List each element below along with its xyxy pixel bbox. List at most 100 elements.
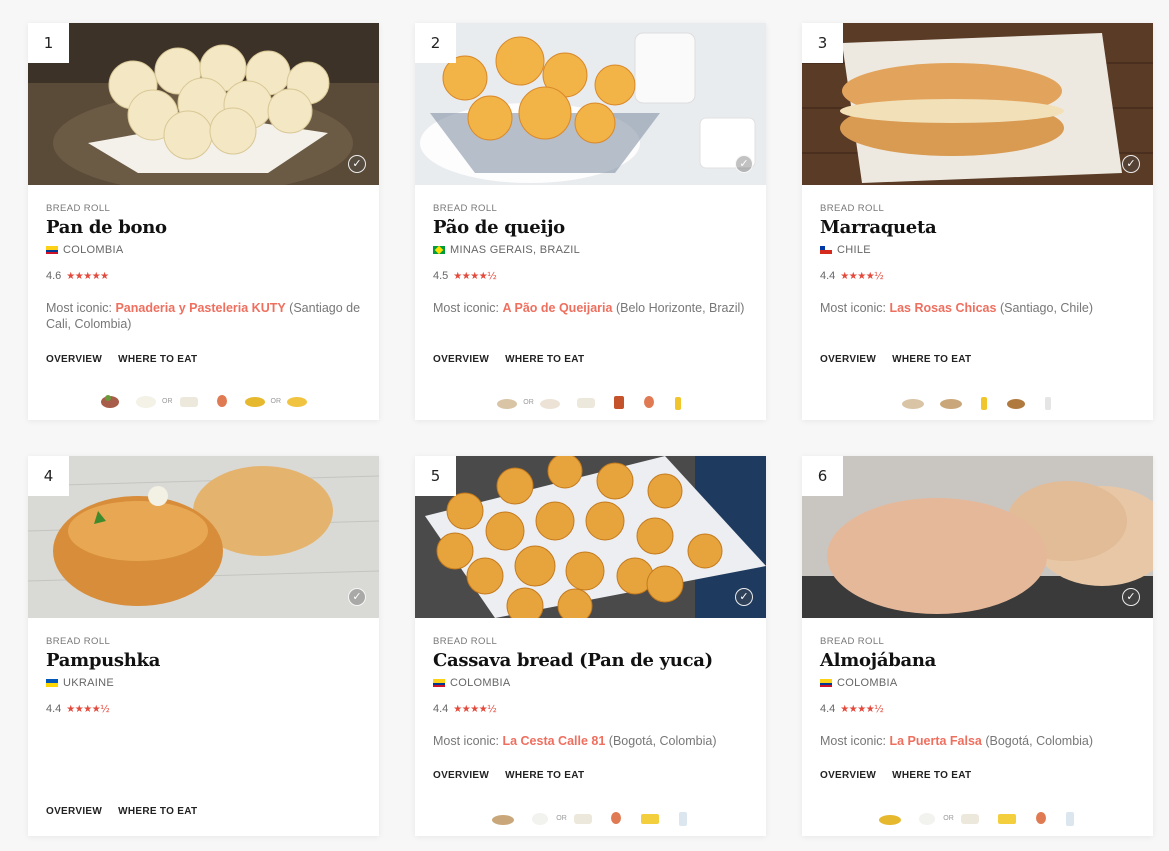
card-links: OVERVIEW WHERE TO EAT [433,354,584,365]
iconic-place-link[interactable]: La Cesta Calle 81 [502,734,605,748]
pan-de-yuca-photo [415,456,766,618]
cheese-icon[interactable] [178,393,200,409]
dish-card: 2 ✓ BREAD ROLL Pão de queijo MINAS GERAI… [415,23,766,420]
check-icon[interactable]: ✓ [735,588,753,606]
yeast-icon[interactable] [1005,394,1027,410]
egg-icon[interactable] [608,810,624,826]
category-label[interactable]: BREAD ROLL [433,636,748,647]
iconic-place-link[interactable]: La Puerta Falsa [889,734,981,748]
milk-icon[interactable] [676,809,690,827]
dish-title[interactable]: Pampushka [46,650,361,671]
cheese-icon[interactable] [575,394,597,410]
iconic-location: (Bogotá, Colombia) [605,734,717,748]
pao-de-queijo-photo [415,23,766,185]
category-label[interactable]: BREAD ROLL [820,203,1135,214]
iconic-label: Most iconic: [820,734,890,748]
dish-photo[interactable]: 3 ✓ [802,23,1153,185]
cornmeal-icon[interactable] [286,393,308,409]
stars-icon: ★★★★½ [453,703,497,715]
origin[interactable]: COLOMBIA [820,677,1135,689]
milk-icon[interactable] [1063,809,1077,827]
egg-icon[interactable] [641,394,657,410]
category-label[interactable]: BREAD ROLL [820,636,1135,647]
dish-title[interactable]: Marraqueta [820,217,1135,238]
dish-photo[interactable]: 1 ✓ [28,23,379,185]
egg-icon[interactable] [1033,810,1049,826]
overview-link[interactable]: OVERVIEW [46,806,102,817]
cheese-icon[interactable] [529,810,551,826]
dish-title[interactable]: Pan de bono [46,217,361,238]
iconic-place-link[interactable]: A Pão de Queijaria [502,301,612,315]
check-icon[interactable]: ✓ [1122,155,1140,173]
rank-badge: 1 [28,23,69,63]
cheese-icon[interactable] [572,810,594,826]
overview-link[interactable]: OVERVIEW [46,354,102,365]
overview-link[interactable]: OVERVIEW [820,354,876,365]
category-label[interactable]: BREAD ROLL [433,203,748,214]
rating-value: 4.4 [433,703,449,715]
origin[interactable]: COLOMBIA [433,677,748,689]
card-links: OVERVIEW WHERE TO EAT [820,354,971,365]
cheese-icon[interactable] [959,810,981,826]
iconic-location: (Bogotá, Colombia) [981,734,1094,748]
dish-card: 3 ✓ BREAD ROLL Marraqueta CHILE 4.4 ★★★★… [802,23,1153,420]
salt-icon[interactable] [939,394,963,410]
category-label[interactable]: BREAD ROLL [46,203,361,214]
where-to-eat-link[interactable]: WHERE TO EAT [892,770,971,781]
origin[interactable]: UKRAINE [46,677,361,689]
iconic-label: Most iconic: [46,301,116,315]
colombia-flag-icon [433,679,445,687]
where-to-eat-link[interactable]: WHERE TO EAT [892,354,971,365]
dish-title[interactable]: Cassava bread (Pan de yuca) [433,650,748,671]
ingredients: OR [415,809,766,827]
check-icon[interactable]: ✓ [1122,588,1140,606]
most-iconic: Most iconic: Panaderia y Pasteleria KUTY… [46,300,361,332]
oil-bottle-icon[interactable] [671,393,685,411]
where-to-eat-link[interactable]: WHERE TO EAT [505,354,584,365]
iconic-place-link[interactable]: Las Rosas Chicas [889,301,996,315]
stars-icon: ★★★★½ [66,703,110,715]
dish-photo[interactable]: 4 ✓ [28,456,379,618]
overview-link[interactable]: OVERVIEW [433,770,489,781]
oil-bottle-icon[interactable] [977,393,991,411]
oil-jar-icon[interactable] [611,394,627,410]
where-to-eat-link[interactable]: WHERE TO EAT [118,354,197,365]
bowl-icon[interactable] [99,393,121,409]
flour-icon[interactable] [496,394,518,410]
cornmeal-icon[interactable] [244,393,266,409]
dish-title[interactable]: Almojábana [820,650,1135,671]
iconic-place-link[interactable]: Panaderia y Pasteleria KUTY [115,301,285,315]
origin[interactable]: COLOMBIA [46,244,361,256]
stars-icon: ★★★★★ [66,270,109,282]
where-to-eat-link[interactable]: WHERE TO EAT [118,806,197,817]
overview-link[interactable]: OVERVIEW [820,770,876,781]
dish-card: 4 ✓ BREAD ROLL Pampushka UKRAINE 4.4 ★★★… [28,456,379,836]
cheese-icon[interactable] [135,393,157,409]
rating-value: 4.4 [820,703,836,715]
dish-card: 5 ✓ BREAD ROLL Cassava bread (Pan de yuc… [415,456,766,836]
category-label[interactable]: BREAD ROLL [46,636,361,647]
salt-shaker-icon[interactable] [1041,393,1055,411]
egg-icon[interactable] [214,393,230,409]
flour-icon[interactable] [901,394,925,410]
origin[interactable]: MINAS GERAIS, BRAZIL [433,244,748,256]
rating: 4.4 ★★★★½ [433,703,748,715]
overview-link[interactable]: OVERVIEW [433,354,489,365]
butter-icon[interactable] [995,810,1019,826]
origin[interactable]: CHILE [820,244,1135,256]
dish-title[interactable]: Pão de queijo [433,217,748,238]
cornmeal-icon[interactable] [878,810,902,826]
butter-icon[interactable] [638,810,662,826]
cassava-starch-icon[interactable] [491,810,515,826]
check-icon[interactable]: ✓ [348,155,366,173]
check-icon[interactable]: ✓ [735,155,753,173]
dish-photo[interactable]: 2 ✓ [415,23,766,185]
flour-icon[interactable] [539,394,561,410]
dish-photo[interactable]: 5 ✓ [415,456,766,618]
where-to-eat-link[interactable]: WHERE TO EAT [505,770,584,781]
cheese-icon[interactable] [916,810,938,826]
check-icon[interactable]: ✓ [348,588,366,606]
or-label: OR [556,814,567,822]
dish-photo[interactable]: 6 ✓ [802,456,1153,618]
iconic-location: (Belo Horizonte, Brazil) [612,301,745,315]
